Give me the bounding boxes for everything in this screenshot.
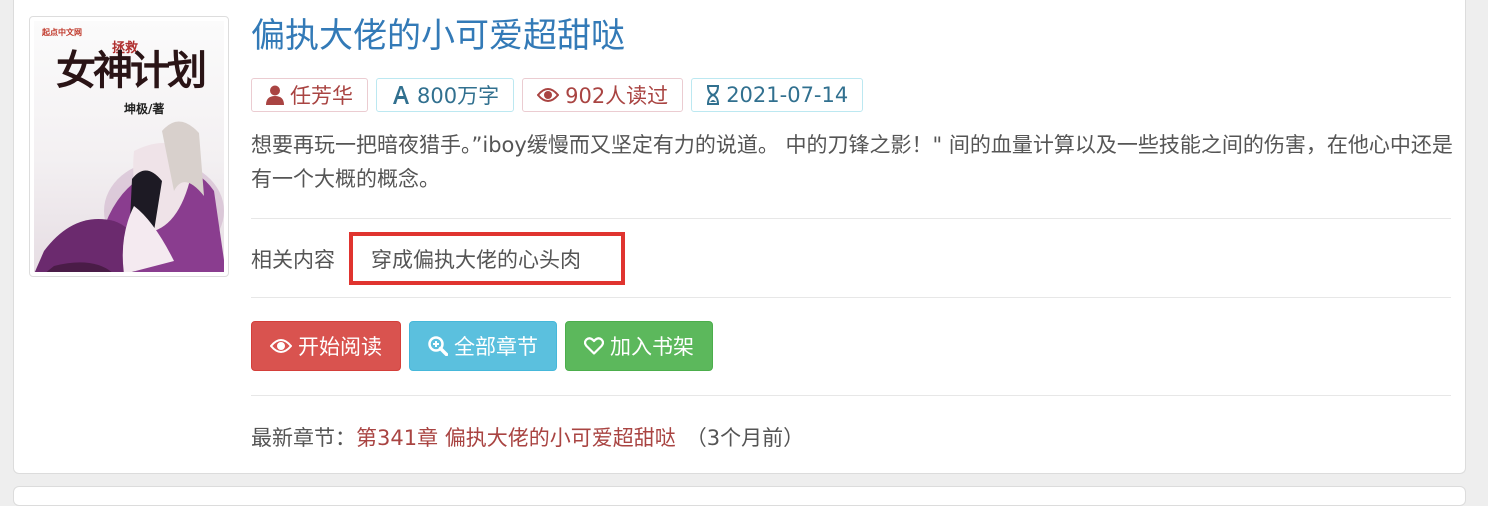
heart-icon <box>584 337 604 355</box>
book-cover[interactable]: 起点中文网 拯救 女神计划 坤极/著 <box>29 16 229 277</box>
word-count-tag: 800万字 <box>376 78 515 112</box>
add-to-shelf-label: 加入书架 <box>610 335 694 359</box>
book-card <box>13 0 1466 474</box>
cover-image: 起点中文网 拯救 女神计划 坤极/著 <box>34 21 224 272</box>
user-icon <box>266 85 284 105</box>
divider <box>251 395 1451 396</box>
divider <box>251 218 1451 219</box>
book-title[interactable]: 偏执大佬的小可爱超甜哒 <box>251 14 625 58</box>
related-label: 相关内容 <box>251 248 335 272</box>
latest-chapter-label: 最新章节： <box>251 426 356 450</box>
all-chapters-button[interactable]: 全部章节 <box>409 321 557 371</box>
divider <box>251 297 1451 298</box>
hourglass-icon <box>707 85 720 105</box>
readers-tag: 902人读过 <box>522 78 684 112</box>
next-card <box>13 486 1466 506</box>
publish-date: 2021-07-14 <box>726 83 849 107</box>
latest-chapter-link[interactable]: 第341章 偏执大佬的小可爱超甜哒 <box>356 422 676 452</box>
eye-icon <box>270 339 292 353</box>
book-meta-tags: 任芳华 800万字 902人读过 2021-07-14 <box>251 78 864 112</box>
related-book-link[interactable]: 穿成偏执大佬的心头肉 <box>349 232 625 285</box>
add-to-shelf-button[interactable]: 加入书架 <box>565 321 713 371</box>
start-reading-label: 开始阅读 <box>298 335 382 359</box>
start-reading-button[interactable]: 开始阅读 <box>251 321 401 371</box>
date-tag: 2021-07-14 <box>691 78 864 112</box>
eye-icon <box>537 88 560 102</box>
book-description: 想要再玩一把暗夜猎手。”iboy缓慢而又坚定有力的说道。 中的刀锋之影！" 间的… <box>251 133 1453 191</box>
zoom-in-icon <box>428 336 448 356</box>
latest-chapter-time: （3个月前） <box>685 426 805 450</box>
latest-chapter: 最新章节： 第341章 偏执大佬的小可爱超甜哒 （3个月前） <box>251 422 804 452</box>
font-icon <box>393 86 409 104</box>
author-name: 任芳华 <box>290 84 353 108</box>
cover-logo: 起点中文网 <box>42 28 82 37</box>
readers-count: 902人读过 <box>565 84 669 108</box>
author-tag[interactable]: 任芳华 <box>251 78 368 112</box>
word-count: 800万字 <box>417 84 500 108</box>
all-chapters-label: 全部章节 <box>454 335 538 359</box>
action-buttons: 开始阅读 全部章节 加入书架 <box>251 321 713 371</box>
cover-author: 坤极/著 <box>124 102 165 116</box>
cover-main-title: 女神计划 <box>56 47 207 94</box>
